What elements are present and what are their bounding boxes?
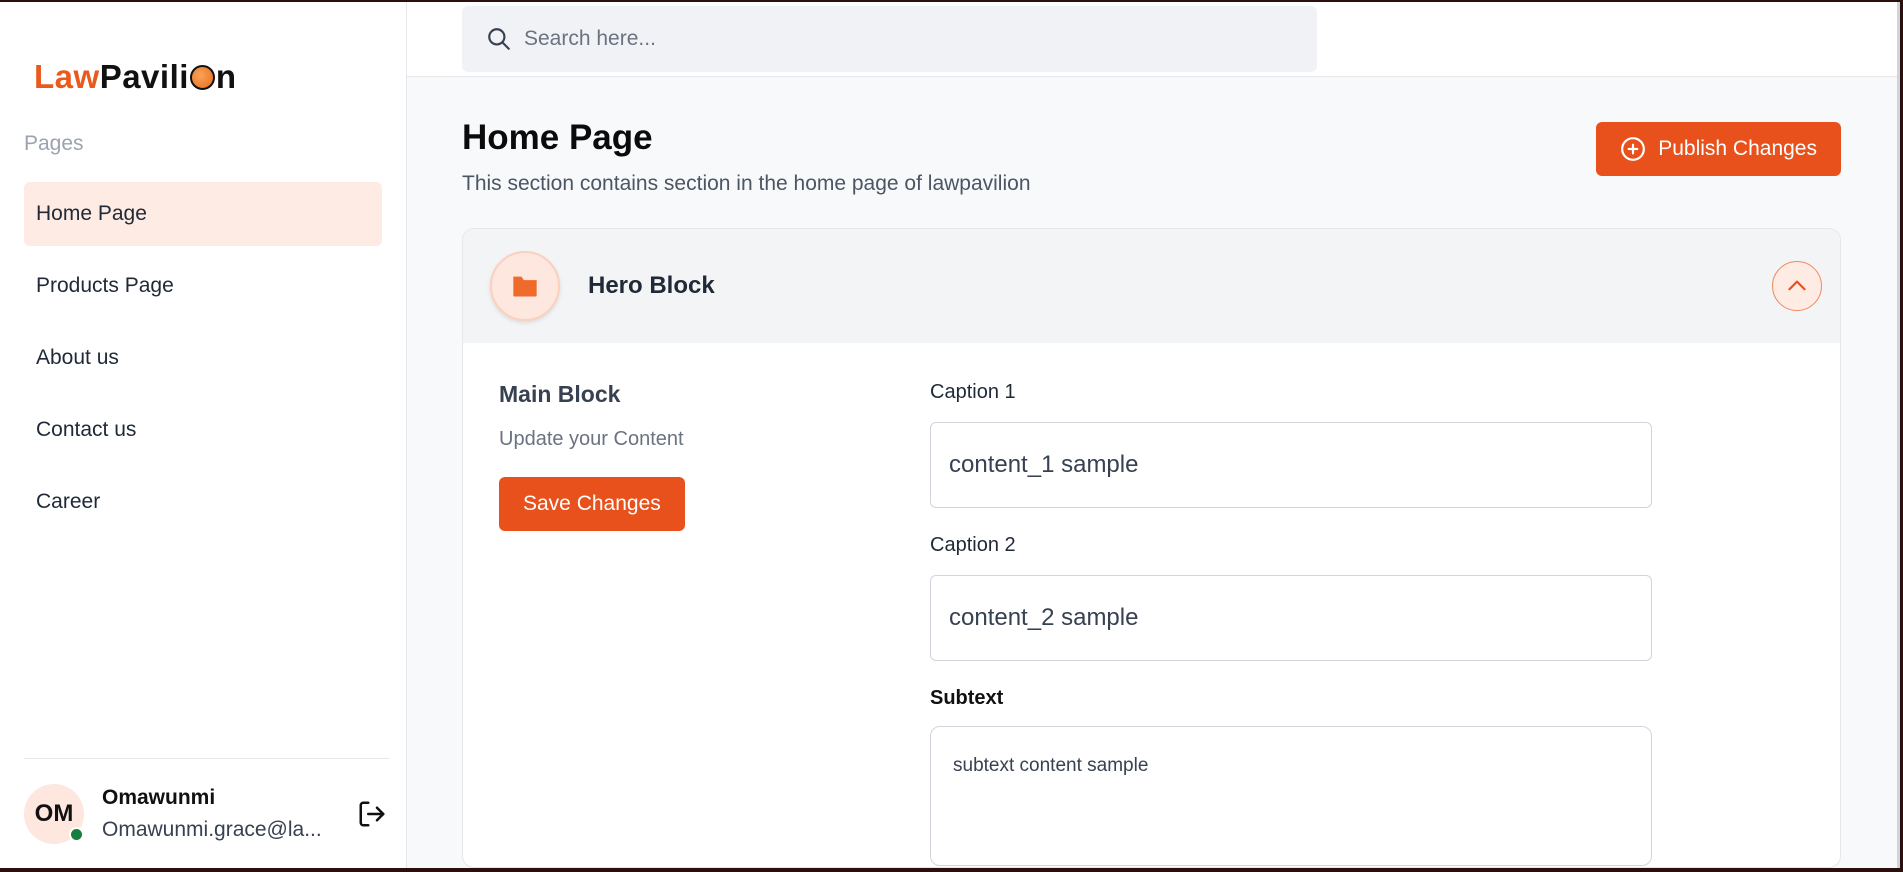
brand-logo-part-n: n xyxy=(215,58,237,95)
nav-heading: Pages xyxy=(24,132,84,155)
page-content: Home Page This section contains section … xyxy=(407,77,1900,868)
caption2-input[interactable] xyxy=(930,575,1652,661)
search-box[interactable] xyxy=(462,6,1317,72)
plus-circle-icon xyxy=(1621,137,1646,161)
page-title: Home Page xyxy=(462,118,653,157)
user-info: Omawunmi Omawunmi.grace@la... xyxy=(102,786,355,842)
block-subtitle: Update your Content xyxy=(499,428,684,450)
app-window: Law Pavili n Pages Home Page Products Page… xyxy=(0,2,1900,868)
card-body: Main Block Update your Content Save Chan… xyxy=(463,343,1840,867)
block-info: Main Block Update your Content Save Chan… xyxy=(499,381,930,867)
publish-changes-label: Publish Changes xyxy=(1658,137,1817,160)
block-title: Main Block xyxy=(499,381,621,407)
caption1-input[interactable] xyxy=(930,422,1652,508)
sidebar-nav: Home Page Products Page About us Contact… xyxy=(0,182,406,534)
sidebar-item-label: Career xyxy=(36,490,101,513)
chevron-up-icon xyxy=(1788,280,1806,291)
online-status-dot xyxy=(69,826,84,842)
page-subtitle: This section contains section in the hom… xyxy=(462,172,1031,195)
logout-icon xyxy=(359,801,385,826)
sidebar-item-about-us[interactable]: About us xyxy=(24,326,382,390)
sidebar-item-contact-us[interactable]: Contact us xyxy=(24,398,382,462)
sidebar-item-home-page[interactable]: Home Page xyxy=(24,182,382,246)
search-input[interactable] xyxy=(524,27,1284,51)
sidebar-item-label: Products Page xyxy=(36,274,174,297)
card-title: Hero Block xyxy=(588,272,715,299)
sidebar-item-label: Contact us xyxy=(36,418,137,441)
main-area: Home Page This section contains section … xyxy=(407,2,1900,868)
brand-logo[interactable]: Law Pavili n xyxy=(0,46,406,108)
avatar-initials: OM xyxy=(34,799,74,827)
user-name: Omawunmi xyxy=(102,785,216,809)
sidebar-item-career[interactable]: Career xyxy=(24,470,382,534)
hero-block-card: Hero Block Main Block Update your Conten… xyxy=(462,228,1841,868)
subtext-label: Subtext xyxy=(930,687,1004,709)
brand-logo-o-icon xyxy=(189,64,215,90)
caption1-label: Caption 1 xyxy=(930,381,1016,403)
sidebar-item-label: About us xyxy=(36,346,119,369)
folder-icon-badge xyxy=(490,251,560,321)
logout-button[interactable] xyxy=(355,797,389,831)
window-scrollbar[interactable] xyxy=(1897,2,1900,868)
page-header: Home Page This section contains section … xyxy=(462,115,1841,196)
sidebar-item-products-page[interactable]: Products Page xyxy=(24,254,382,318)
brand-logo-part-pavili: Pavili xyxy=(99,58,189,95)
collapse-button[interactable] xyxy=(1772,261,1822,311)
hero-block-header[interactable]: Hero Block xyxy=(463,229,1840,343)
caption2-label: Caption 2 xyxy=(930,534,1016,556)
user-profile: OM Omawunmi Omawunmi.grace@la... xyxy=(24,758,389,868)
avatar[interactable]: OM xyxy=(24,783,84,844)
save-changes-button[interactable]: Save Changes xyxy=(499,477,685,531)
sidebar-item-label: Home Page xyxy=(36,202,147,225)
save-changes-label: Save Changes xyxy=(523,492,661,515)
folder-icon xyxy=(513,276,537,297)
search-icon xyxy=(488,28,510,50)
top-bar xyxy=(407,2,1900,77)
brand-logo-part-law: Law xyxy=(34,58,100,95)
user-email: Omawunmi.grace@la... xyxy=(102,817,322,841)
publish-changes-button[interactable]: Publish Changes xyxy=(1596,122,1841,176)
content-fields: Caption 1 Caption 2 Subtext subtext cont… xyxy=(930,381,1652,867)
sidebar: Law Pavili n Pages Home Page Products Page… xyxy=(0,2,407,868)
subtext-textarea[interactable]: subtext content sample xyxy=(930,726,1652,866)
